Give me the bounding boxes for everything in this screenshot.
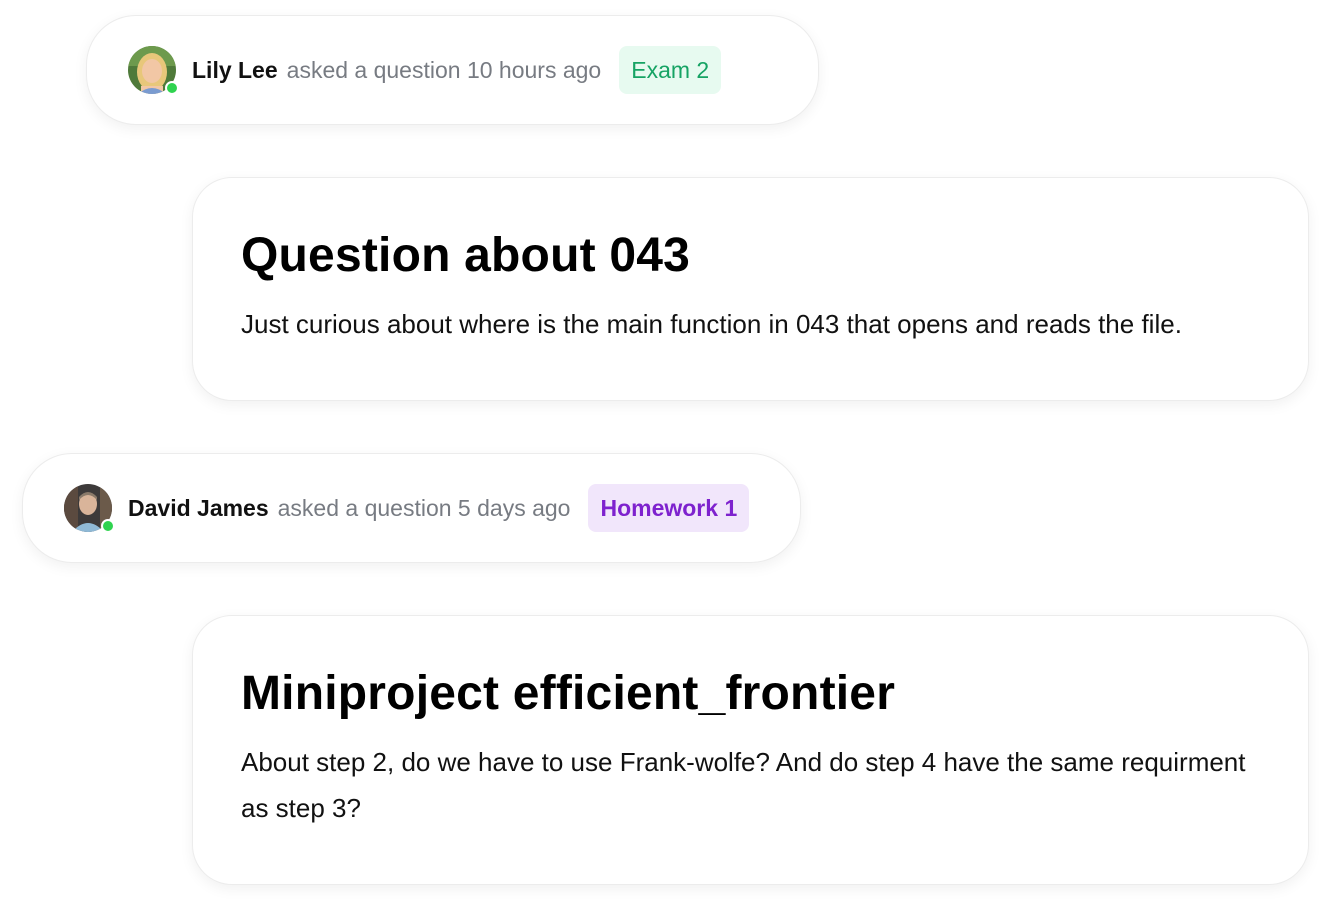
- category-tag[interactable]: Exam 2: [619, 46, 722, 94]
- question-title[interactable]: Question about 043: [241, 227, 1268, 285]
- question-body: About step 2, do we have to use Frank-wo…: [241, 747, 1246, 823]
- online-status-icon: [165, 81, 179, 95]
- post-meta-david-james: David James asked a question 5 days ago …: [22, 453, 801, 563]
- online-status-icon: [101, 519, 115, 533]
- question-card[interactable]: Question about 043 Just curious about wh…: [192, 177, 1309, 401]
- question-body: Just curious about where is the main fun…: [241, 309, 1182, 339]
- author-name[interactable]: David James: [128, 495, 269, 522]
- avatar[interactable]: [64, 484, 115, 533]
- post-timestamp: asked a question 10 hours ago: [286, 56, 602, 83]
- question-title[interactable]: Miniproject efficient_frontier: [241, 665, 1268, 723]
- post-meta-lily-lee: Lily Lee asked a question 10 hours ago E…: [86, 15, 819, 125]
- author-name[interactable]: Lily Lee: [192, 57, 278, 84]
- question-card[interactable]: Miniproject efficient_frontier About ste…: [192, 615, 1309, 885]
- post-timestamp: asked a question 5 days ago: [277, 494, 571, 521]
- avatar[interactable]: [128, 46, 179, 95]
- category-tag[interactable]: Homework 1: [588, 484, 750, 532]
